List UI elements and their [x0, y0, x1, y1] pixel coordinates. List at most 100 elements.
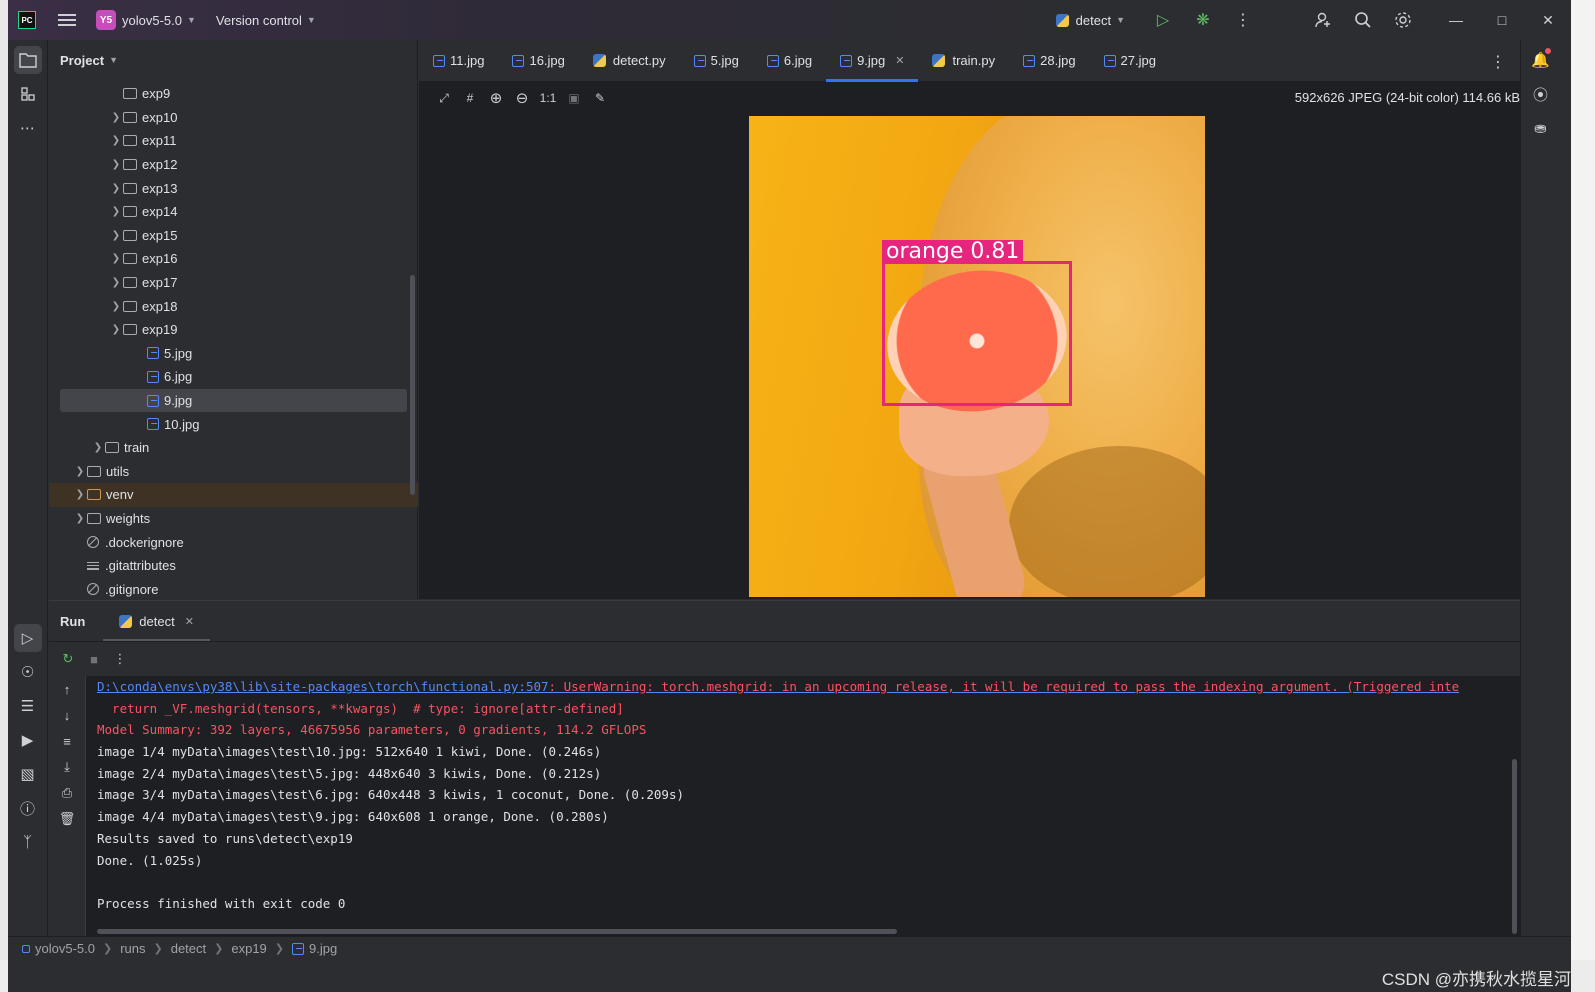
scroll-down-icon[interactable]: ↓	[54, 702, 80, 728]
clear-all-icon[interactable]: 🗑	[54, 806, 80, 832]
run-tab-detect[interactable]: detect ✕	[103, 601, 210, 641]
tree-item-5-jpg[interactable]: 5.jpg	[49, 342, 418, 366]
breadcrumb-item[interactable]: runs	[120, 941, 145, 956]
tree-item-6-jpg[interactable]: 6.jpg	[49, 365, 418, 389]
color-picker-icon[interactable]: ✎	[587, 87, 613, 109]
tab-train-py[interactable]: train.py	[918, 40, 1009, 82]
console-line[interactable]: D:\conda\envs\py38\lib\site-packages\tor…	[97, 676, 1512, 698]
chevron-right-icon[interactable]: ❯	[109, 183, 123, 194]
tree-item-exp11[interactable]: ❯ exp11	[49, 129, 418, 153]
tab-11-jpg[interactable]: 11.jpg	[419, 40, 498, 82]
scroll-up-icon[interactable]: ↑	[54, 676, 80, 702]
run-icon[interactable]: ▷	[1143, 0, 1183, 40]
close-tab-icon[interactable]: ✕	[185, 615, 194, 628]
database-icon[interactable]: ⛂	[1527, 114, 1555, 142]
grid-icon[interactable]: #	[457, 87, 483, 109]
console-vertical-scrollbar[interactable]	[1512, 759, 1517, 934]
add-user-icon[interactable]	[1303, 0, 1343, 40]
project-scrollbar[interactable]	[410, 275, 415, 495]
project-name[interactable]: yolov5-5.0	[122, 13, 182, 28]
settings-icon[interactable]	[1383, 0, 1423, 40]
print-icon[interactable]: ⎙	[54, 780, 80, 806]
chevron-right-icon[interactable]: ❯	[109, 112, 123, 123]
tab-16-jpg[interactable]: 16.jpg	[498, 40, 578, 82]
tree-item-exp17[interactable]: ❯ exp17	[49, 271, 418, 295]
tree-item-exp14[interactable]: ❯ exp14	[49, 200, 418, 224]
run-tool-icon[interactable]: ▷	[13, 624, 42, 652]
breadcrumb-item[interactable]: yolov5-5.0	[35, 941, 95, 956]
tree-item-exp10[interactable]: ❯ exp10	[49, 106, 418, 130]
python-console-icon[interactable]: ☉	[14, 658, 42, 686]
tree-item-exp16[interactable]: ❯ exp16	[49, 247, 418, 271]
tree-item-train[interactable]: ❯ train	[49, 436, 418, 460]
actual-size-button[interactable]: 1:1	[535, 87, 561, 109]
chessboard-icon[interactable]: ▣	[561, 87, 587, 109]
tab-6-jpg[interactable]: 6.jpg	[753, 40, 826, 82]
tree-item-utils[interactable]: ❯ utils	[49, 460, 418, 484]
more-actions-icon[interactable]: ⋮	[1223, 0, 1263, 40]
tree-item-exp15[interactable]: ❯ exp15	[49, 224, 418, 248]
scroll-to-end-icon[interactable]: ⤓	[54, 754, 80, 780]
debug-icon[interactable]: ❋	[1183, 0, 1223, 40]
chevron-right-icon[interactable]: ❯	[109, 253, 123, 264]
minimize-icon[interactable]: —	[1433, 0, 1479, 40]
chevron-right-icon[interactable]: ❯	[91, 442, 105, 453]
chevron-down-icon[interactable]: ❯	[109, 324, 123, 335]
chevron-right-icon[interactable]: ❯	[109, 301, 123, 312]
chevron-right-icon[interactable]: ❯	[73, 466, 87, 477]
more-tools-icon[interactable]: ⋯	[14, 114, 42, 142]
services-icon[interactable]: ▶	[14, 726, 42, 754]
tree-item-dockerignore[interactable]: .dockerignore	[49, 530, 418, 554]
ai-assistant-icon[interactable]: ⦿	[1527, 80, 1555, 108]
chevron-right-icon[interactable]: ❯	[109, 230, 123, 241]
console-horizontal-scrollbar[interactable]	[97, 929, 897, 934]
close-tab-icon[interactable]: ✕	[895, 54, 904, 67]
tree-item-gitignore[interactable]: .gitignore	[49, 577, 418, 601]
tree-item-venv[interactable]: ❯ venv	[49, 483, 418, 507]
breadcrumb-item[interactable]: detect	[171, 941, 206, 956]
tree-item-exp18[interactable]: ❯ exp18	[49, 294, 418, 318]
terminal-icon[interactable]: ▧	[14, 760, 42, 788]
rerun-icon[interactable]: ↻	[55, 648, 81, 670]
close-icon[interactable]: ✕	[1525, 0, 1571, 40]
tree-item-exp19[interactable]: ❯ exp19	[49, 318, 418, 342]
python-packages-icon[interactable]: ☰	[14, 692, 42, 720]
console-link[interactable]: D:\conda\envs\py38\lib\site-packages\tor…	[97, 679, 549, 694]
tree-item-exp13[interactable]: ❯ exp13	[49, 176, 418, 200]
git-icon[interactable]: ᛉ	[14, 828, 42, 856]
search-icon[interactable]	[1343, 0, 1383, 40]
tab-detect-py[interactable]: detect.py	[579, 40, 680, 82]
zoom-out-icon[interactable]: ⊖	[509, 87, 535, 109]
more-actions-icon[interactable]: ⋮	[107, 648, 133, 670]
structure-tool-icon[interactable]	[14, 80, 42, 108]
tab-28-jpg[interactable]: 28.jpg	[1009, 40, 1089, 82]
tree-item-exp9[interactable]: exp9	[49, 82, 418, 106]
project-badge[interactable]: Y5	[96, 10, 116, 30]
tab-27-jpg[interactable]: 27.jpg	[1090, 40, 1170, 82]
breadcrumb-item[interactable]: exp19	[231, 941, 266, 956]
version-control-menu[interactable]: Version control	[216, 13, 302, 28]
project-tool-icon[interactable]	[13, 46, 42, 74]
stop-icon[interactable]: ■	[81, 648, 107, 670]
tree-item-weights[interactable]: ❯ weights	[49, 507, 418, 531]
chevron-right-icon[interactable]: ❯	[109, 206, 123, 217]
run-config-selector[interactable]: detect ▼	[1055, 13, 1125, 28]
maximize-icon[interactable]: □	[1479, 0, 1525, 40]
chevron-right-icon[interactable]: ❯	[73, 489, 87, 500]
tree-item-10-jpg[interactable]: 10.jpg	[49, 412, 418, 436]
fit-zoom-icon[interactable]: ⤢	[431, 87, 457, 109]
project-panel-header[interactable]: Project ▼	[49, 40, 417, 80]
tab-9-jpg[interactable]: 9.jpg ✕	[826, 40, 919, 82]
chevron-right-icon[interactable]: ❯	[73, 513, 87, 524]
problems-icon[interactable]: ⓘ	[14, 794, 42, 822]
soft-wrap-icon[interactable]: ≡	[54, 728, 80, 754]
breadcrumb-item[interactable]: 9.jpg	[309, 941, 337, 956]
tree-item-9-jpg[interactable]: 9.jpg	[60, 388, 407, 413]
main-menu-icon[interactable]	[58, 14, 76, 26]
tabs-more-icon[interactable]: ⋮	[1490, 52, 1506, 72]
chevron-right-icon[interactable]: ❯	[109, 135, 123, 146]
zoom-in-icon[interactable]: ⊕	[483, 87, 509, 109]
tree-item-gitattributes[interactable]: .gitattributes	[49, 554, 418, 578]
notifications-icon[interactable]: 🔔	[1527, 46, 1555, 74]
chevron-right-icon[interactable]: ❯	[109, 277, 123, 288]
